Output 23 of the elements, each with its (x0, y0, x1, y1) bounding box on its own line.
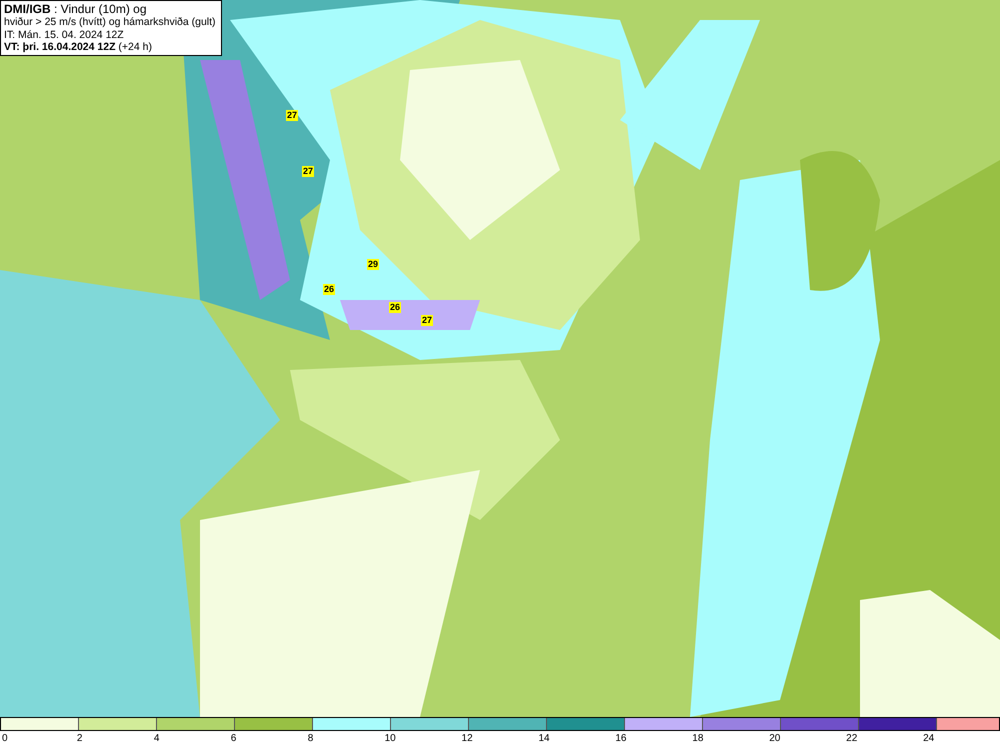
header-line: hviður > 25 m/s (hvítt) og hámarkshviða (gult) (4, 16, 217, 28)
legend-tick-label: 0 (2, 733, 9, 745)
legend-tick-label: 24 (923, 733, 936, 745)
header-line: IT: Mán. 15. 04. 2024 12Z (4, 28, 125, 41)
legend-tick-label: 16 (615, 733, 628, 745)
gust-label: 26 (389, 302, 402, 313)
header-line: VT: þri. 16.04.2024 12Z (+24 h) (4, 41, 153, 54)
legend-tick-label: 4 (154, 733, 160, 745)
gust-label: 27 (286, 110, 298, 121)
gust-label: 27 (421, 315, 434, 326)
legend-tick-label: 12 (462, 733, 474, 745)
gust-label: 29 (367, 259, 380, 270)
legend-tick-label: 8 (308, 733, 314, 745)
gust-label: 26 (323, 284, 336, 295)
legend-tick-label: 2 (76, 733, 84, 745)
header-line: DMI/IGB : Vindur (10m) og (4, 2, 148, 16)
legend-tick-label: 18 (692, 733, 704, 745)
gust-label: 27 (302, 166, 314, 177)
legend-tick-label: 10 (384, 733, 397, 745)
legend-tick-label: 14 (538, 733, 551, 745)
legend-tick-label: 22 (846, 733, 858, 745)
legend-tick-label: 20 (769, 733, 782, 745)
legend-tick-label: 6 (230, 733, 238, 745)
